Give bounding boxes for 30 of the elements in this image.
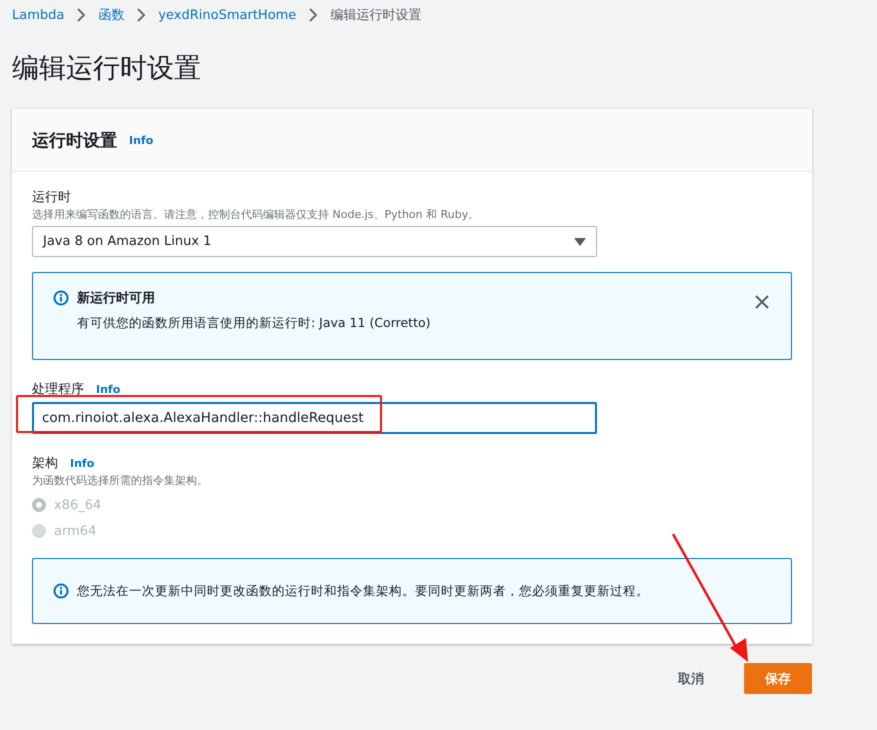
breadcrumb-link[interactable]: 函数 xyxy=(98,6,124,24)
info-icon xyxy=(53,290,69,306)
field-label: 处理程序 xyxy=(32,381,84,398)
chevron-icon xyxy=(136,8,146,22)
alert-title: 新运行时可用 xyxy=(77,290,156,307)
alert-message: 您无法在一次更新中同时更改函数的运行时和指令集架构。要同时更新两者，您必须重复更新过程。 xyxy=(77,582,649,600)
info-link[interactable]: Info xyxy=(70,456,94,470)
runtime-select[interactable]: Java 8 on Amazon Linux 1 xyxy=(32,226,597,257)
cancel-button[interactable]: 取消 xyxy=(658,663,724,694)
chevron-icon xyxy=(76,8,86,22)
close-button[interactable] xyxy=(753,293,771,311)
field-label: 运行时 xyxy=(32,189,72,206)
info-link[interactable]: Info xyxy=(129,134,154,146)
alert-message: 有可供您的函数所用语言使用的新运行时: Java 11 (Corretto) xyxy=(77,315,430,332)
breadcrumb-link[interactable]: Lambda xyxy=(12,8,64,22)
field-description: 为函数代码选择所需的指令集架构。 xyxy=(32,473,209,488)
breadcrumb-current: 编辑运行时设置 xyxy=(330,7,422,24)
breadcrumb-link[interactable]: yexdRinoSmartHome xyxy=(158,8,296,22)
page-title: 编辑运行时设置 xyxy=(12,52,202,86)
field-label: 架构 xyxy=(32,455,58,472)
caret-icon xyxy=(574,238,586,246)
handler-field[interactable]: com.rinoiot.alexa.AlexaHandler::handleRequest xyxy=(32,402,597,434)
card-title: 运行时设置 xyxy=(32,130,117,152)
info-link[interactable]: Info xyxy=(96,382,120,396)
info-icon xyxy=(53,583,69,599)
radio-label: x86_64 xyxy=(54,498,102,512)
chevron-icon xyxy=(308,8,318,22)
radio-label: arm64 xyxy=(54,524,96,538)
field-description: 选择用来编写函数的语言。请注意，控制台代码编辑器仅支持 Node.js、Python 和 Ruby。 xyxy=(32,207,480,222)
save-button[interactable]: 保存 xyxy=(744,663,812,694)
